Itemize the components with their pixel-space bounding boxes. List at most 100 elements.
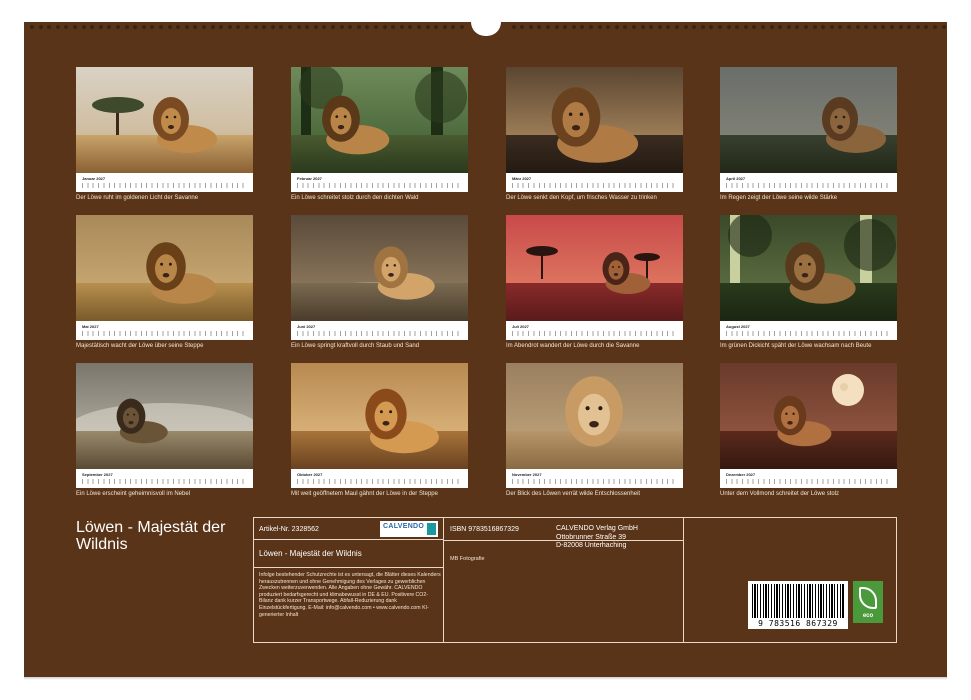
binding-hole	[580, 25, 585, 29]
binding-hole	[313, 25, 318, 29]
binding-hole	[64, 25, 69, 29]
binding-hole	[451, 25, 456, 29]
binding-hole	[795, 25, 800, 29]
binding-hole	[537, 25, 542, 29]
month-day-grid	[512, 331, 678, 336]
binding-hole	[640, 25, 645, 29]
month-caption: Der Löwe ruht im goldenen Licht der Sava…	[76, 195, 199, 201]
binding-hole	[202, 25, 206, 29]
binding-hole	[726, 25, 731, 29]
month-date-strip: Oktober 2027	[291, 469, 468, 488]
binding-hole	[890, 25, 894, 29]
month-day-grid	[297, 183, 463, 188]
lion-photo-art	[76, 215, 253, 321]
month-date-strip: August 2027	[720, 321, 897, 340]
publisher-logo-text: CALVENDO	[383, 523, 425, 530]
lion-photo-art	[720, 363, 897, 469]
binding-hole	[270, 25, 275, 29]
binding-hole	[391, 25, 396, 29]
binding-hole	[847, 25, 851, 29]
month-name: April 2027	[726, 176, 746, 181]
binding-hole	[425, 25, 430, 29]
eco-label: eco	[862, 613, 874, 619]
product-info-panel: Artikel-Nr. 2328562 CALVENDO Löwen - Maj…	[253, 517, 897, 643]
lion-photo-art	[291, 67, 468, 173]
month-photo	[506, 363, 683, 469]
publisher-logo: CALVENDO	[380, 521, 438, 537]
month-date-strip: Februar 2027	[291, 173, 468, 192]
month-name: Juni 2027	[297, 324, 316, 329]
month-date-strip: Januar 2027	[76, 173, 253, 192]
month-caption: Majestätisch wacht der Löwe über seine S…	[76, 343, 204, 349]
binding-hole	[434, 25, 439, 29]
binding-hole	[511, 25, 516, 29]
binding-hole	[460, 25, 464, 29]
binding-hole	[98, 25, 103, 29]
lion-photo-art	[76, 363, 253, 469]
binding-hole	[778, 25, 783, 29]
month-date-strip: März 2027	[506, 173, 683, 192]
binding-hole	[417, 25, 421, 29]
binding-hole	[554, 25, 559, 29]
binding-hole	[752, 25, 757, 29]
binding-hole	[73, 25, 77, 29]
photographer-credit: MB Fotografie	[450, 556, 485, 562]
binding-hole	[597, 25, 602, 29]
binding-hole	[141, 25, 146, 29]
month-name: August 2027	[726, 324, 750, 329]
month-date-strip: April 2027	[720, 173, 897, 192]
article-row: Artikel-Nr. 2328562 CALVENDO	[254, 518, 443, 540]
binding-hole	[167, 25, 172, 29]
binding-hole	[288, 25, 292, 29]
binding-hole	[90, 25, 95, 29]
lion-photo-art	[291, 363, 468, 469]
info-column-left: Artikel-Nr. 2328562 CALVENDO Löwen - Maj…	[254, 518, 444, 642]
binding-hole	[382, 25, 387, 29]
column-divider	[444, 540, 683, 541]
lion-photo-art	[76, 67, 253, 173]
binding-hole	[107, 25, 112, 29]
month-date-strip: November 2027	[506, 469, 683, 488]
binding-hole	[683, 25, 688, 29]
binding-hole	[743, 25, 748, 29]
binding-hole	[30, 25, 34, 29]
barcode-bars	[752, 584, 844, 618]
binding-hole	[219, 25, 224, 29]
binding-hole	[709, 25, 714, 29]
month-name: Dezember 2027	[726, 472, 756, 477]
binding-hole	[279, 25, 284, 29]
binding-hole	[649, 25, 654, 29]
panel-title-row: Löwen - Majestät der Wildnis	[254, 540, 443, 568]
binding-hole	[915, 25, 920, 29]
lion-photo-art	[720, 67, 897, 173]
binding-hole	[546, 25, 550, 29]
binding-hole	[81, 25, 86, 29]
month-date-strip: September 2027	[76, 469, 253, 488]
binding-hole	[253, 25, 258, 29]
binding-hole	[55, 25, 60, 29]
binding-hole	[305, 25, 310, 29]
month-photo	[291, 215, 468, 321]
month-photo	[720, 215, 897, 321]
month-day-grid	[726, 479, 892, 484]
binding-hole	[408, 25, 413, 29]
binding-hole	[571, 25, 576, 29]
binding-hole	[838, 25, 843, 29]
binding-hole	[528, 25, 533, 29]
binding-hole	[184, 25, 189, 29]
calendar-title: Löwen - Majestät der Wildnis	[76, 519, 226, 553]
binding-hole	[718, 25, 722, 29]
binding-hole	[236, 25, 241, 29]
month-photo	[291, 67, 468, 173]
lion-photo-art	[720, 215, 897, 321]
lion-photo-art	[506, 215, 683, 321]
binding-hole	[761, 25, 765, 29]
binding-hole	[769, 25, 774, 29]
binding-hole	[348, 25, 353, 29]
leaf-icon	[859, 587, 877, 609]
isbn: ISBN 9783516867329	[450, 526, 519, 533]
binding-hole	[829, 25, 834, 29]
binding-hole	[365, 25, 370, 29]
month-date-strip: Juli 2027	[506, 321, 683, 340]
binding-hole	[374, 25, 378, 29]
